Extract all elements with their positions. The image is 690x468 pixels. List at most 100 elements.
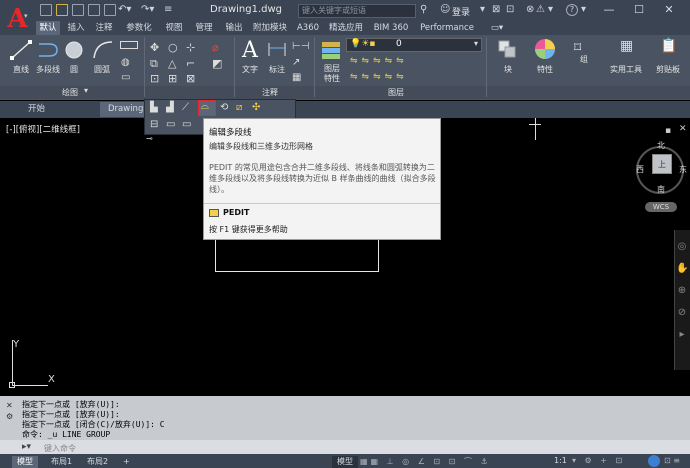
model-tab[interactable]: 模型 [12,456,38,468]
draw-panel-title[interactable]: 绘图 [62,87,78,98]
exchange-icon[interactable]: ⊠ [492,4,500,15]
explode-icon[interactable]: ◩ [212,57,222,70]
linear-dim-icon[interactable]: ⊢⊣ [292,41,309,52]
fullscreen-icon[interactable]: ⊡ ≡ [664,456,680,465]
navigation-tools-icon[interactable]: ◎ ✋ ⊕ ⊘ ▸ [676,236,688,346]
dimension-icon[interactable] [266,40,288,60]
chevron-down-icon[interactable]: ▾ [581,4,586,15]
layout1-tab[interactable]: 布局1 [46,456,77,468]
layout2-tab[interactable]: 布局2 [82,456,113,468]
erase-icon[interactable]: ⌀ [212,41,219,54]
tab-manage[interactable]: 管理 [192,21,216,35]
application-menu-button[interactable]: A [0,0,35,38]
redo-icon[interactable]: ↷▾ [141,4,154,15]
flyout-tool-icon[interactable]: ⧄ [236,102,242,113]
start-tab[interactable]: 开始 [20,102,53,117]
flyout-tool-icon[interactable]: ▭ [166,119,175,130]
stay-connected-icon[interactable]: ⊗ [526,4,534,15]
tab-featured-apps[interactable]: 精选应用 [326,21,366,35]
flyout-tool-icon[interactable]: ▭ [182,119,191,130]
viewcube-west[interactable]: 西 [636,164,644,175]
group-button[interactable]: 组 [572,54,596,65]
tab-a360[interactable]: A360 [294,21,322,35]
block-icon[interactable] [496,38,520,60]
calculator-icon[interactable]: ▦ [620,38,633,54]
clipboard-button[interactable]: 剪贴板 [650,64,686,75]
properties-button[interactable]: 特性 [530,64,560,75]
tab-addins[interactable]: 附加模块 [250,21,290,35]
viewport-close-icon[interactable]: ✕ [679,124,687,134]
tab-view[interactable]: 视图 [162,21,186,35]
tab-output[interactable]: 输出 [222,21,246,35]
wcs-menu[interactable]: WCS [645,202,677,212]
circle-button[interactable]: 圆 [60,64,88,75]
clipboard-icon[interactable]: 📋 [660,38,677,54]
viewport-minimize-icon[interactable]: ▪ [665,126,671,136]
tab-parametric[interactable]: 参数化 [122,21,156,35]
copy-icon[interactable]: ⧉ [150,57,158,71]
search-input[interactable]: 键入关键字或短语 [298,4,416,18]
command-window-grip-icon[interactable]: ✕ ⚙ [6,400,13,422]
gradient-icon[interactable]: ▭ [121,72,130,83]
tab-annotate[interactable]: 注释 [92,21,116,35]
layer-tools-icon[interactable]: ⇋⇋⇋⇋⇋ [350,72,408,82]
polyline-icon[interactable] [37,40,59,60]
undo-icon[interactable]: ↶▾ [118,4,131,15]
binoculars-icon[interactable]: ⚲ [420,4,427,15]
layer-properties-icon[interactable] [320,40,344,62]
leader-icon[interactable]: ↗ [292,57,300,68]
table-icon[interactable]: ▦ [292,72,301,83]
minimize-icon[interactable]: — [598,2,620,18]
help-icon[interactable]: ? [566,4,578,16]
circle-icon[interactable] [64,40,84,60]
tab-home[interactable]: 默认 [36,21,60,35]
flyout-tool-icon[interactable]: ▟ [166,102,174,113]
flyout-tool-icon[interactable]: ⊟ [150,119,158,130]
flyout-tool-icon[interactable]: ⟲ [220,102,228,113]
restore-icon[interactable]: ☐ [628,2,650,18]
tab-bim360[interactable]: BIM 360 [370,21,412,35]
properties-icon[interactable] [534,38,556,60]
flyout-tool-icon[interactable]: ✣ [252,102,260,113]
drafting-toggles-icon[interactable]: ▦▦ ⊥ ◎ ∠ ⊡ ⊡ ⌒ ⚓ [360,456,491,467]
rotate-icon[interactable]: ○ [168,41,178,54]
chevron-down-icon[interactable]: ▾ [548,4,553,15]
flyout-tool-icon[interactable]: ⟋ [182,102,189,113]
annotation-scale[interactable]: 1:1 [554,456,567,465]
a360-icon[interactable]: ⊡ [506,4,514,15]
add-layout-icon[interactable]: + [118,456,135,468]
quick-access-more-icon[interactable]: ≡ [164,4,172,15]
utilities-button[interactable]: 实用工具 [606,64,646,75]
line-icon[interactable] [10,40,32,60]
ribbon-minimize-icon[interactable]: ▭▾ [488,21,506,35]
open-file-icon[interactable] [56,4,68,16]
flyout-tool-icon[interactable]: ▙ [150,102,158,113]
polyline-button[interactable]: 多段线 [33,64,63,75]
login-button[interactable]: 登录 [452,5,470,18]
close-icon[interactable]: ✕ [658,2,680,18]
text-button[interactable]: 文字 [238,64,262,75]
arc-button[interactable]: 圆弧 [88,64,116,75]
viewcube-north[interactable]: 北 [657,140,665,151]
tab-performance[interactable]: Performance [418,21,476,35]
save-icon[interactable] [72,4,84,16]
layers-panel-title[interactable]: 图层 [388,87,404,98]
viewcube-top-face[interactable]: 上 [652,154,672,174]
rectangle-icon[interactable] [120,41,138,49]
scale-icon[interactable]: ⊞ [168,72,177,85]
annotation-panel-title[interactable]: 注释 [262,87,278,98]
trim-icon[interactable]: ⊹ [186,41,195,54]
viewcube-south[interactable]: 南 [657,184,665,195]
layer-tools-icon[interactable]: ⇋⇋⇋⇋⇋ [350,56,408,66]
layer-properties-button[interactable]: 图层 特性 [318,64,346,84]
block-button[interactable]: 块 [494,64,522,75]
fillet-icon[interactable]: ⌐ [186,57,195,70]
array-icon[interactable]: ⊠ [186,72,195,85]
dimension-button[interactable]: 标注 [264,64,290,75]
hatch-icon[interactable]: ◍ [121,57,130,68]
line-button[interactable]: 直线 [6,64,36,75]
viewcube-east[interactable]: 东 [679,164,687,175]
mirror-icon[interactable]: △ [168,57,176,70]
model-space-button[interactable]: 模型 [332,456,358,468]
move-icon[interactable]: ✥ [150,41,159,54]
